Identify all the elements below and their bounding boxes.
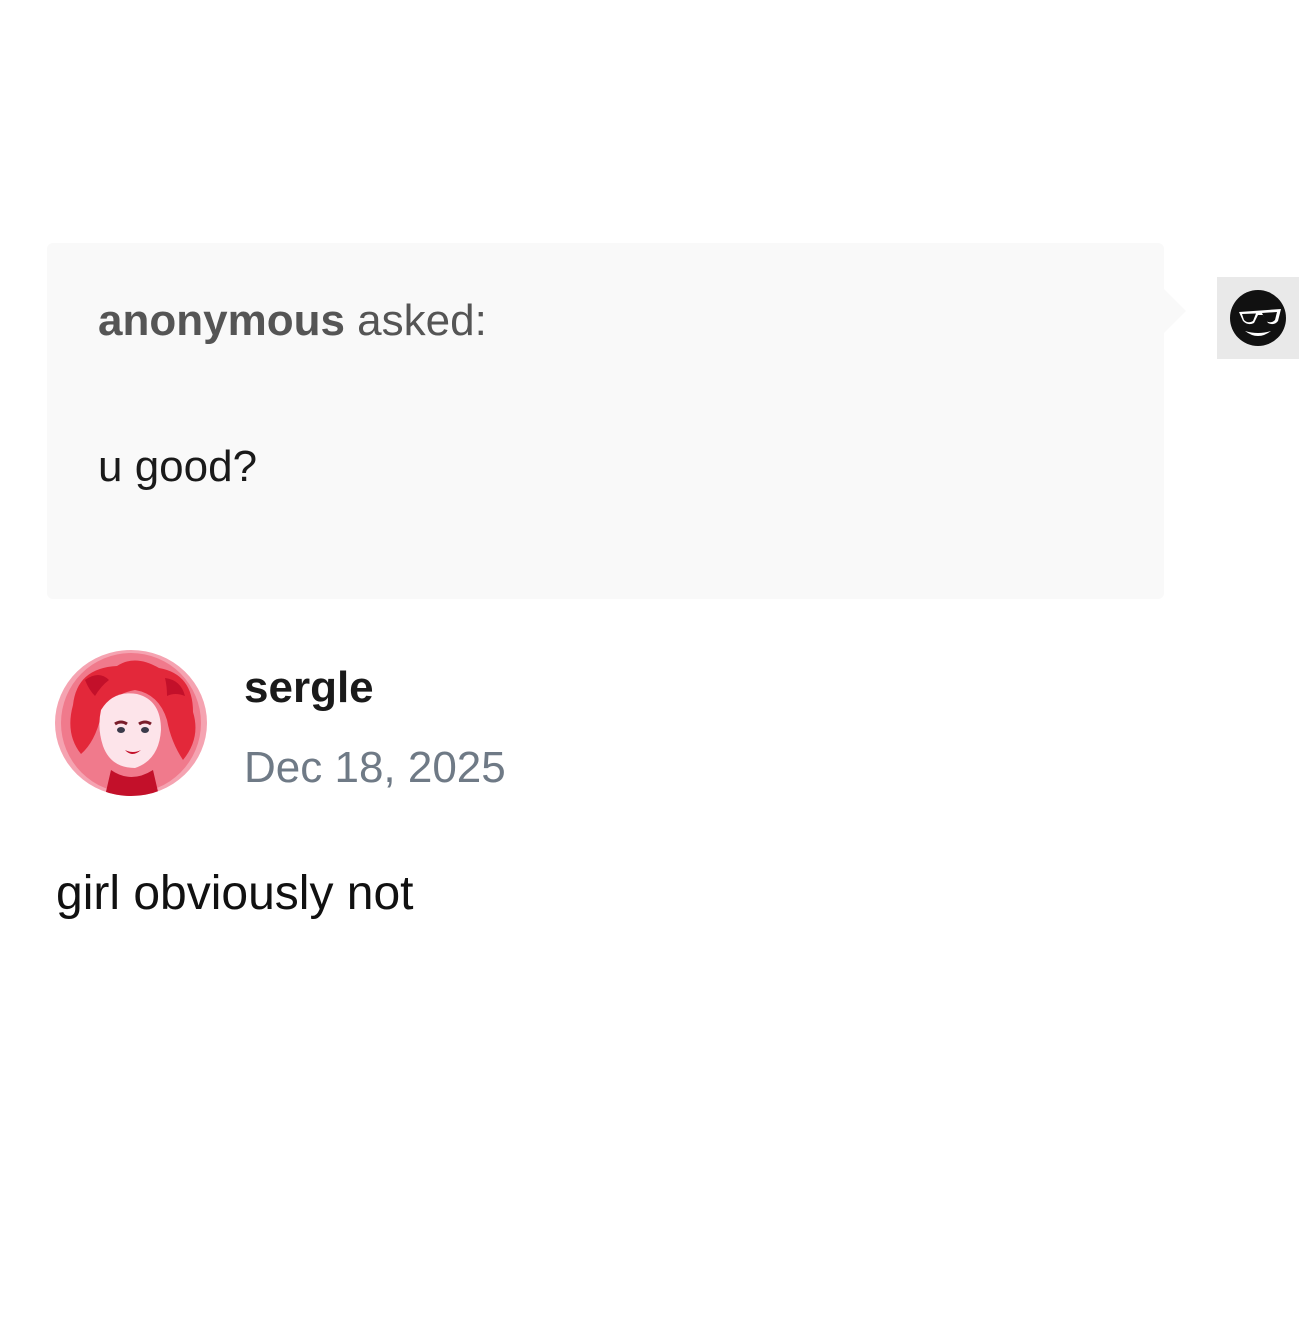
anonymous-avatar[interactable] [1217, 277, 1299, 359]
sunglasses-face-icon [1230, 290, 1286, 346]
asker-name[interactable]: anonymous [98, 296, 345, 345]
post-date[interactable]: Dec 18, 2025 [244, 740, 506, 796]
sergle-avatar[interactable] [55, 650, 207, 796]
ask-bubble: anonymous asked: u good? [47, 243, 1186, 599]
username[interactable]: sergle [244, 660, 374, 716]
ask-header: anonymous asked: [98, 293, 487, 349]
ask-question: u good? [98, 442, 258, 491]
red-haired-character-avatar [55, 650, 207, 796]
answer-text: girl obviously not [56, 867, 414, 920]
asked-label: asked: [357, 296, 487, 345]
